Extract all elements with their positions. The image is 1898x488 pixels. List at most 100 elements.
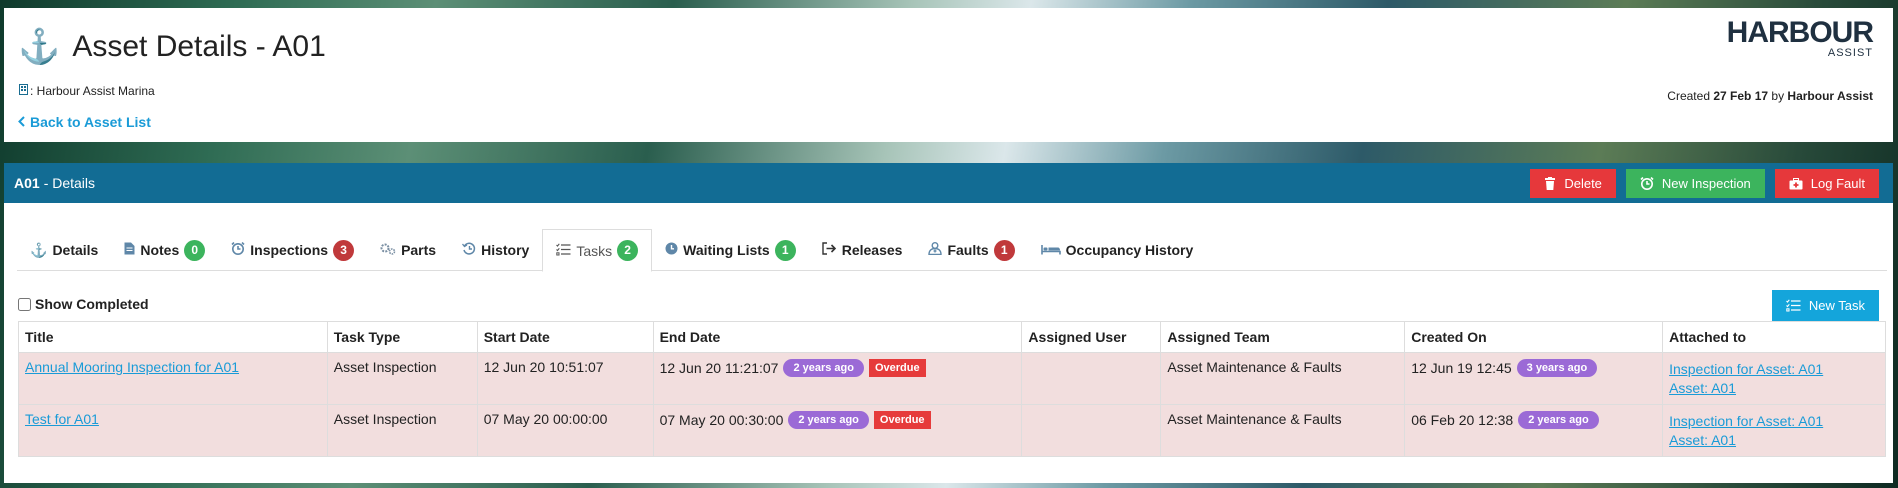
attached-inspection-link[interactable]: Inspection for Asset: A01 — [1669, 412, 1879, 431]
end-date-value: 12 Jun 20 11:21:07 — [659, 360, 779, 376]
inspection-icon — [1640, 177, 1654, 190]
tab-label: History — [481, 242, 530, 258]
created-on-value: 12 Jun 19 12:45 — [1411, 360, 1512, 376]
start-date-cell: 12 Jun 20 10:51:07 — [476, 352, 654, 405]
column-header[interactable]: Assigned User — [1021, 321, 1162, 353]
task-title-link[interactable]: Test for A01 — [25, 411, 99, 427]
start-date-cell: 07 May 20 00:00:00 — [476, 404, 654, 457]
new-inspection-button[interactable]: New Inspection — [1625, 169, 1765, 198]
tab-faults[interactable]: Faults 1 — [915, 229, 1027, 271]
tab-tasks[interactable]: Tasks 2 — [542, 229, 653, 272]
logo-main: HARBOUR — [1726, 16, 1874, 49]
tab-parts[interactable]: Parts — [367, 229, 449, 271]
anchor-icon: ⚓ — [18, 28, 61, 66]
tab-occupancy-history[interactable]: Occupancy History — [1028, 229, 1207, 271]
panel-asset-id: A01 — [14, 175, 40, 191]
created-info: Created 27 Feb 17 by Harbour Assist — [1667, 89, 1873, 103]
tab-label: Waiting Lists — [683, 242, 770, 258]
tab-label: Details — [52, 242, 99, 258]
inspection-icon — [231, 241, 245, 258]
tab-label: Notes — [140, 242, 180, 258]
tab-history[interactable]: History — [449, 229, 542, 271]
end-date-ago-badge: 2 years ago — [783, 359, 864, 377]
tab-label: Faults — [947, 242, 989, 258]
tab-label: Releases — [841, 242, 903, 258]
panel-actions: Delete New Inspection Log Fault — [1530, 169, 1879, 198]
marina-info: : Harbour Assist Marina — [19, 84, 155, 98]
tasks-table: Title Task Type Start Date End Date Assi… — [18, 321, 1886, 457]
tab-releases[interactable]: Releases — [809, 229, 916, 271]
asset-header: ⚓ Asset Details - A01 : Harbour Assist M… — [4, 8, 1893, 142]
table-row: Test for A01 Asset Inspection 07 May 20 … — [18, 404, 1886, 457]
show-completed-toggle[interactable]: Show Completed — [18, 296, 149, 312]
table-header-row: Title Task Type Start Date End Date Assi… — [18, 321, 1886, 353]
tab-details[interactable]: ⚓ Details — [17, 229, 111, 271]
tasks-icon — [1785, 299, 1801, 312]
attached-to-cell: Inspection for Asset: A01 Asset: A01 — [1662, 404, 1886, 457]
attached-inspection-link[interactable]: Inspection for Asset: A01 — [1669, 360, 1879, 379]
bed-icon — [1040, 242, 1061, 258]
page-title: Asset Details - A01 — [72, 30, 326, 63]
column-header[interactable]: Assigned Team — [1160, 321, 1406, 353]
attached-asset-link[interactable]: Asset: A01 — [1669, 379, 1879, 398]
assigned-user-cell — [1021, 352, 1162, 405]
show-completed-checkbox[interactable] — [18, 297, 31, 311]
log-fault-button-label: Log Fault — [1810, 176, 1865, 191]
attached-asset-link[interactable]: Asset: A01 — [1669, 431, 1879, 450]
tab-label: Occupancy History — [1065, 242, 1194, 258]
panel-title-suffix: - Details — [43, 175, 96, 191]
tasks-icon — [556, 242, 571, 259]
created-prefix: Created — [1667, 89, 1710, 103]
column-header[interactable]: Start Date — [476, 321, 654, 353]
marina-name: : Harbour Assist Marina — [30, 84, 155, 98]
created-ago-badge: 2 years ago — [1518, 411, 1599, 429]
end-date-cell: 12 Jun 20 11:21:07 2 years ago Overdue — [652, 352, 1023, 405]
column-header[interactable]: Title — [18, 321, 328, 353]
column-header[interactable]: Attached to — [1662, 321, 1886, 353]
first-aid-icon — [1789, 177, 1803, 190]
column-header[interactable]: End Date — [652, 321, 1023, 353]
delete-button[interactable]: Delete — [1530, 169, 1616, 198]
assigned-team-cell: Asset Maintenance & Faults — [1160, 352, 1406, 405]
tab-inspections[interactable]: Inspections 3 — [218, 229, 367, 271]
table-row: Annual Mooring Inspection for A01 Asset … — [18, 352, 1886, 405]
waiting-lists-count-badge: 1 — [774, 239, 796, 261]
tab-label: Tasks — [576, 242, 613, 259]
back-to-asset-list-link[interactable]: Back to Asset List — [18, 114, 151, 130]
created-ago-badge: 3 years ago — [1516, 359, 1598, 377]
created-on-cell: 06 Feb 20 12:38 2 years ago — [1404, 404, 1664, 457]
note-icon — [124, 242, 135, 258]
new-task-button[interactable]: New Task — [1771, 290, 1879, 321]
inspections-count-badge: 3 — [333, 239, 355, 261]
column-header[interactable]: Task Type — [326, 321, 478, 353]
show-completed-label: Show Completed — [35, 296, 149, 312]
end-date-cell: 07 May 20 00:30:00 2 years ago Overdue — [652, 404, 1023, 457]
new-task-button-label: New Task — [1808, 298, 1865, 313]
end-date-value: 07 May 20 00:30:00 — [659, 412, 784, 428]
task-type-cell: Asset Inspection — [326, 352, 478, 405]
tab-label: Inspections — [250, 242, 329, 258]
faults-icon — [928, 242, 943, 258]
created-by: Harbour Assist — [1787, 89, 1873, 103]
tab-waiting-lists[interactable]: Waiting Lists 1 — [652, 229, 809, 271]
title-row: ⚓ Asset Details - A01 — [18, 30, 326, 64]
created-on-value: 06 Feb 20 12:38 — [1411, 412, 1514, 428]
tab-notes[interactable]: Notes 0 — [111, 229, 218, 271]
task-title-cell: Test for A01 — [18, 404, 328, 457]
asset-tabs: ⚓ Details Notes 0 Inspections 3 Parts Hi… — [17, 229, 1887, 272]
created-by-prefix: by — [1771, 89, 1785, 103]
new-inspection-button-label: New Inspection — [1661, 176, 1751, 191]
end-date-ago-badge: 2 years ago — [788, 411, 869, 429]
trash-icon — [1544, 177, 1556, 190]
overdue-badge: Overdue — [868, 359, 926, 377]
log-fault-button[interactable]: Log Fault — [1774, 169, 1879, 198]
tasks-count-badge: 2 — [617, 240, 639, 261]
back-link-label: Back to Asset List — [30, 114, 151, 130]
details-panel: A01 - Details Delete New Inspection Log … — [4, 163, 1893, 483]
harbour-assist-logo: HARBOUR ASSIST — [1726, 16, 1874, 60]
column-header[interactable]: Created On — [1404, 321, 1664, 353]
delete-button-label: Delete — [1564, 176, 1602, 191]
created-on-cell: 12 Jun 19 12:45 3 years ago — [1404, 352, 1664, 405]
task-title-cell: Annual Mooring Inspection for A01 — [18, 352, 328, 405]
task-title-link[interactable]: Annual Mooring Inspection for A01 — [25, 359, 239, 375]
